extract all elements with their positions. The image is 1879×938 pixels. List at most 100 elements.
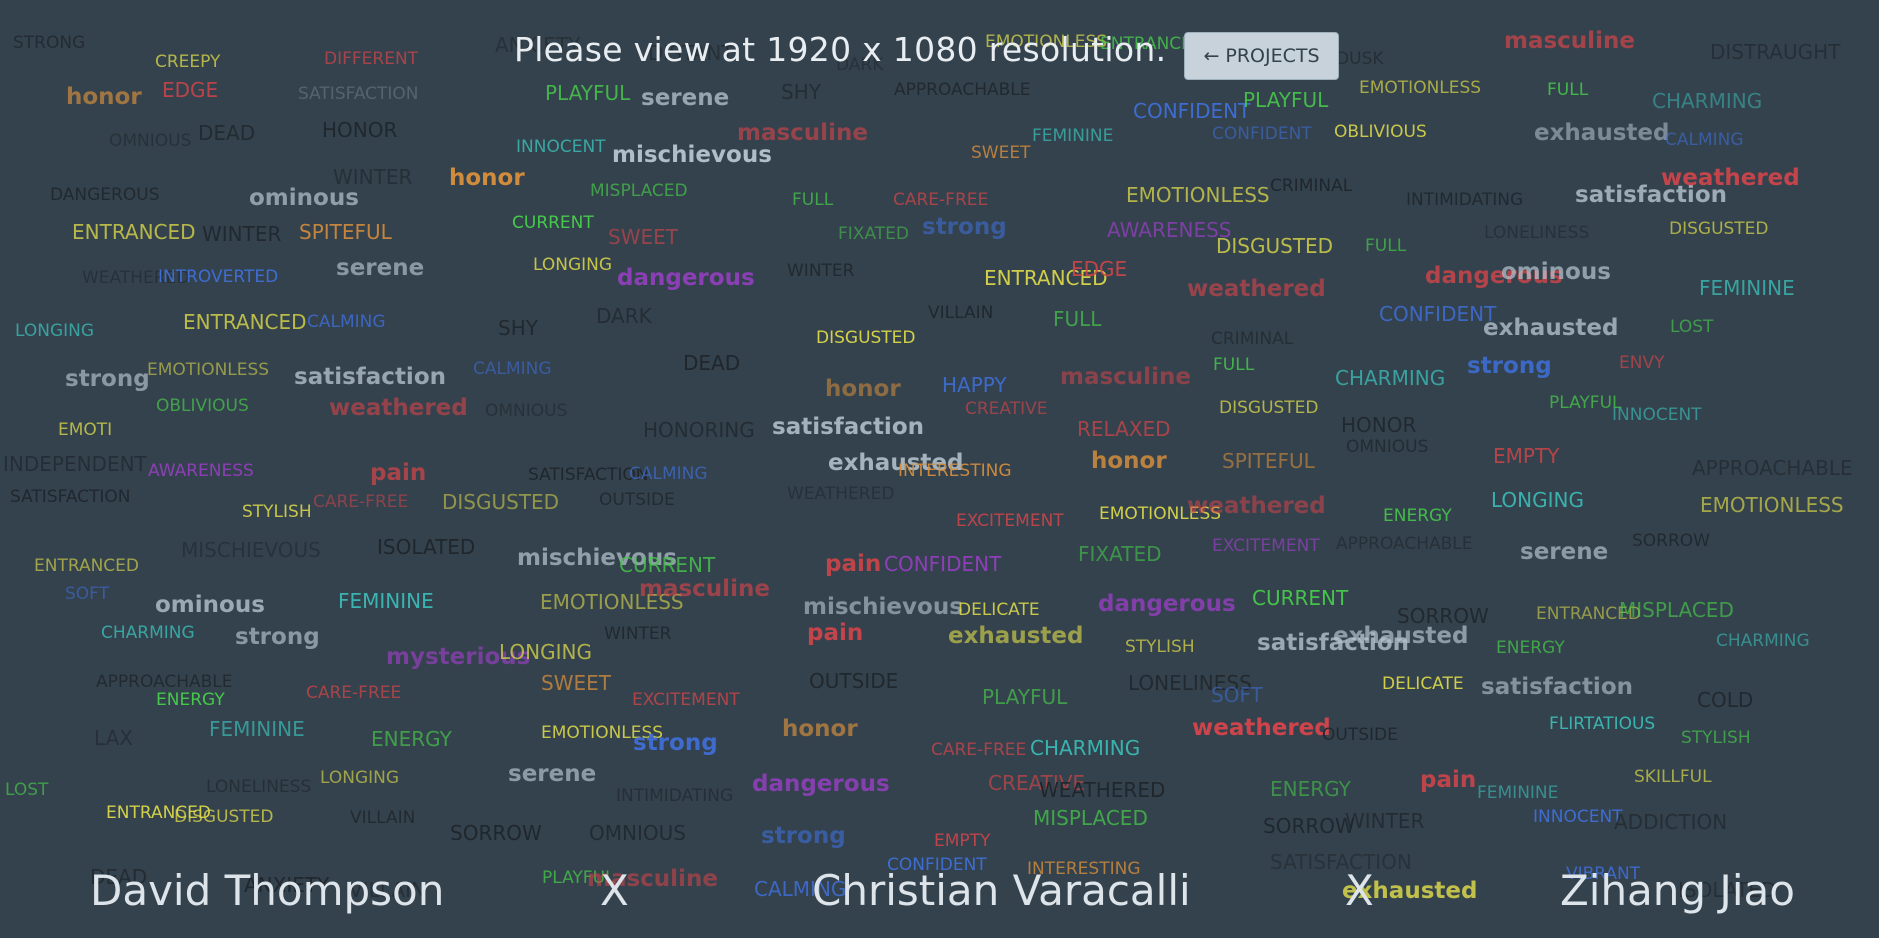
cloud-word: FULL xyxy=(1053,307,1102,331)
cloud-word: EXCITEMENT xyxy=(1212,536,1320,556)
cloud-word: CALMING xyxy=(1665,130,1744,150)
credits-bar: David Thompson X Christian Varacalli X Z… xyxy=(0,866,1879,926)
cloud-word: HONOR xyxy=(322,118,398,142)
cloud-word: SATISFACTION xyxy=(298,84,419,104)
cloud-word: SORROW xyxy=(1632,531,1710,551)
cloud-word: LONGING xyxy=(533,255,613,275)
cloud-word: weathered xyxy=(329,395,468,421)
cloud-word: satisfaction xyxy=(294,364,446,390)
cloud-word: SHY xyxy=(498,316,538,340)
cloud-word: SATISFACTION xyxy=(10,487,131,507)
cloud-word: exhausted xyxy=(1483,315,1619,341)
cloud-word: STYLISH xyxy=(242,502,312,522)
cloud-word: honor xyxy=(449,165,525,191)
cloud-word: PLAYFUL xyxy=(1243,88,1329,112)
cloud-word: APPROACHABLE xyxy=(1336,534,1473,554)
cloud-word: EMOTIONLESS xyxy=(1700,493,1844,517)
cloud-word: honor xyxy=(825,376,901,402)
cloud-word: INDEPENDENT xyxy=(3,452,147,476)
cloud-word: exhausted xyxy=(1333,623,1469,649)
cloud-word: HONOR xyxy=(1341,413,1417,437)
cloud-word: CHARMING xyxy=(101,623,195,643)
cloud-word: PLAYFUL xyxy=(982,685,1068,709)
cloud-word: ENTRANCED xyxy=(72,220,196,244)
cloud-word: CREATIVE xyxy=(965,399,1048,419)
cloud-word: OMNIOUS xyxy=(109,131,192,151)
cloud-word: VILLAIN xyxy=(350,808,416,828)
cloud-word: DEAD xyxy=(683,351,741,375)
word-cloud-background: STRONG CREEPY DIFFERENT ANXIETY DISTANT DARK E… xyxy=(0,0,1879,938)
cloud-word: CHARMING xyxy=(1335,366,1446,390)
cloud-word: ominous xyxy=(155,592,265,618)
cloud-word: EMOTIONLESS xyxy=(1359,78,1482,98)
cloud-word: DISGUSTED xyxy=(442,490,560,514)
resolution-notice: Please view at 1920 x 1080 resolution. xyxy=(514,30,1167,69)
cloud-word: dangerous xyxy=(1098,591,1236,617)
cloud-word: DISGUSTED xyxy=(174,807,274,827)
cloud-word: WEATHERED xyxy=(1039,778,1166,802)
cloud-word: COLD xyxy=(1697,688,1754,712)
cloud-word: FLIRTATIOUS xyxy=(1549,714,1656,734)
cloud-word: DISGUSTED xyxy=(1219,398,1319,418)
cloud-word: exhausted xyxy=(1534,120,1670,146)
cloud-word: DELICATE xyxy=(1382,674,1464,694)
cloud-word: SHY xyxy=(781,80,821,104)
cloud-word: CONFIDENT xyxy=(884,552,1002,576)
cloud-word: CARE-FREE xyxy=(313,492,409,512)
cloud-word: EMOTIONLESS xyxy=(1126,183,1270,207)
cloud-word: mischievous xyxy=(612,142,772,168)
cloud-word: FULL xyxy=(1365,236,1407,256)
cloud-word: DUSK xyxy=(1336,49,1384,69)
cloud-word: STRONG xyxy=(13,33,86,53)
cloud-word: FULL xyxy=(1213,355,1255,375)
cloud-word: strong xyxy=(761,823,846,849)
cloud-word: ISOLATED xyxy=(377,535,476,559)
cloud-word: APPROACHABLE xyxy=(96,672,233,692)
cloud-word: CHARMING xyxy=(1030,736,1141,760)
cloud-word: CARE-FREE xyxy=(931,740,1027,760)
cloud-word: FEMININE xyxy=(1032,126,1114,146)
cloud-word: DANGEROUS xyxy=(50,185,160,205)
cloud-word: LOST xyxy=(5,780,49,800)
credit-name: David Thompson xyxy=(90,866,445,915)
credit-separator: X xyxy=(1345,866,1374,915)
cloud-word: MISPLACED xyxy=(1619,598,1734,622)
cloud-word: strong xyxy=(1467,353,1552,379)
cloud-word: honor xyxy=(1091,448,1167,474)
cloud-word: DEAD xyxy=(198,121,256,145)
cloud-word: SPITEFUL xyxy=(299,220,392,244)
cloud-word: MISPLACED xyxy=(590,181,688,201)
cloud-word: SWEET xyxy=(608,225,678,249)
cloud-word: FEMININE xyxy=(209,717,305,741)
cloud-word: EDGE xyxy=(1071,257,1128,281)
cloud-word: strong xyxy=(922,214,1007,240)
cloud-word: weathered xyxy=(1187,276,1326,302)
cloud-word: SWEET xyxy=(541,671,611,695)
projects-button[interactable]: ← PROJECTS xyxy=(1184,32,1339,80)
cloud-word: DELICATE xyxy=(958,600,1040,620)
cloud-word: CALMING xyxy=(473,359,552,379)
cloud-word: DISGUSTED xyxy=(1669,219,1769,239)
cloud-word: pain xyxy=(1420,767,1477,793)
cloud-word: strong xyxy=(65,366,150,392)
cloud-word: OMNIOUS xyxy=(589,821,686,845)
cloud-word: OMNIOUS xyxy=(485,401,568,421)
cloud-word: SPITEFUL xyxy=(1222,449,1315,473)
cloud-word: CURRENT xyxy=(1252,586,1349,610)
cloud-word: ENERGY xyxy=(156,690,225,710)
cloud-word: serene xyxy=(1520,539,1609,565)
cloud-word: PLAYFUL xyxy=(545,81,631,105)
cloud-word: serene xyxy=(508,761,597,787)
cloud-word: OUTSIDE xyxy=(809,669,899,693)
cloud-word: MISPLACED xyxy=(1033,806,1148,830)
cloud-word: EMPTY xyxy=(1493,444,1560,468)
cloud-word: satisfaction xyxy=(1481,674,1633,700)
cloud-word: dangerous xyxy=(752,771,890,797)
cloud-word: CONFIDENT xyxy=(1212,124,1312,144)
cloud-word: SORROW xyxy=(450,821,542,845)
cloud-word: CONFIDENT xyxy=(1133,99,1251,123)
cloud-word: exhausted xyxy=(948,623,1084,649)
cloud-word: APPROACHABLE xyxy=(894,80,1031,100)
cloud-word: CALMING xyxy=(629,464,708,484)
cloud-word: FIXATED xyxy=(1078,542,1162,566)
